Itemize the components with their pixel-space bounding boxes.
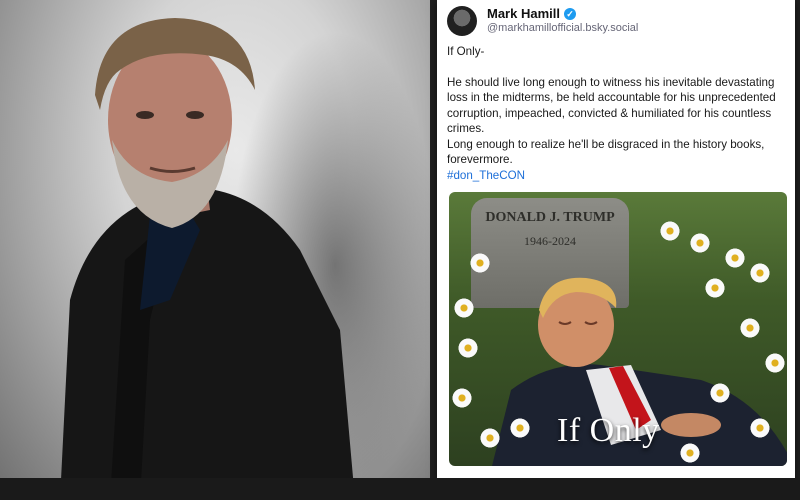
daisy-flower <box>479 427 501 449</box>
post-paragraph: He should live long enough to witness hi… <box>447 75 776 136</box>
portrait-photo <box>0 0 440 500</box>
man-portrait-illustration <box>60 18 355 500</box>
post-hashtag[interactable]: #don_TheCON <box>447 168 792 184</box>
verified-badge-icon: ✓ <box>563 8 576 20</box>
author-name-row[interactable]: Mark Hamill ✓ <box>487 6 576 21</box>
daisy-flower <box>457 337 479 359</box>
bottom-strip <box>0 478 800 500</box>
daisy-flower <box>469 252 491 274</box>
image-caption: If Only <box>557 412 660 449</box>
daisy-flower <box>453 297 475 319</box>
author-avatar[interactable] <box>447 6 477 36</box>
author-name[interactable]: Mark Hamill <box>487 6 560 21</box>
daisy-flower <box>704 277 726 299</box>
daisy-flower <box>709 382 731 404</box>
daisy-flower <box>749 417 771 439</box>
author-handle[interactable]: @markhamillofficial.bsky.social <box>487 22 638 34</box>
post-image[interactable]: DONALD J. TRUMP 1946-2024 If Only <box>449 192 787 466</box>
gravestone-name: DONALD J. TRUMP <box>485 210 615 225</box>
daisy-flower <box>451 387 473 409</box>
daisy-flower <box>679 442 701 464</box>
daisy-flower <box>749 262 771 284</box>
daisy-flower <box>509 417 531 439</box>
screenshot-stage: Mark Hamill ✓ @markhamillofficial.bsky.so… <box>0 0 800 500</box>
gravestone-dates: 1946-2024 <box>524 234 576 248</box>
daisy-flower <box>659 220 681 242</box>
daisy-flower <box>724 247 746 269</box>
post-intro: If Only- <box>447 45 485 58</box>
post-text: If Only- He should live long enough to w… <box>447 44 792 183</box>
daisy-flower <box>764 352 786 374</box>
social-post-card: Mark Hamill ✓ @markhamillofficial.bsky.so… <box>437 0 795 478</box>
daisy-flower <box>739 317 761 339</box>
post-paragraph-2: Long enough to realize he'll be disgrace… <box>447 137 765 167</box>
daisy-flower <box>689 232 711 254</box>
